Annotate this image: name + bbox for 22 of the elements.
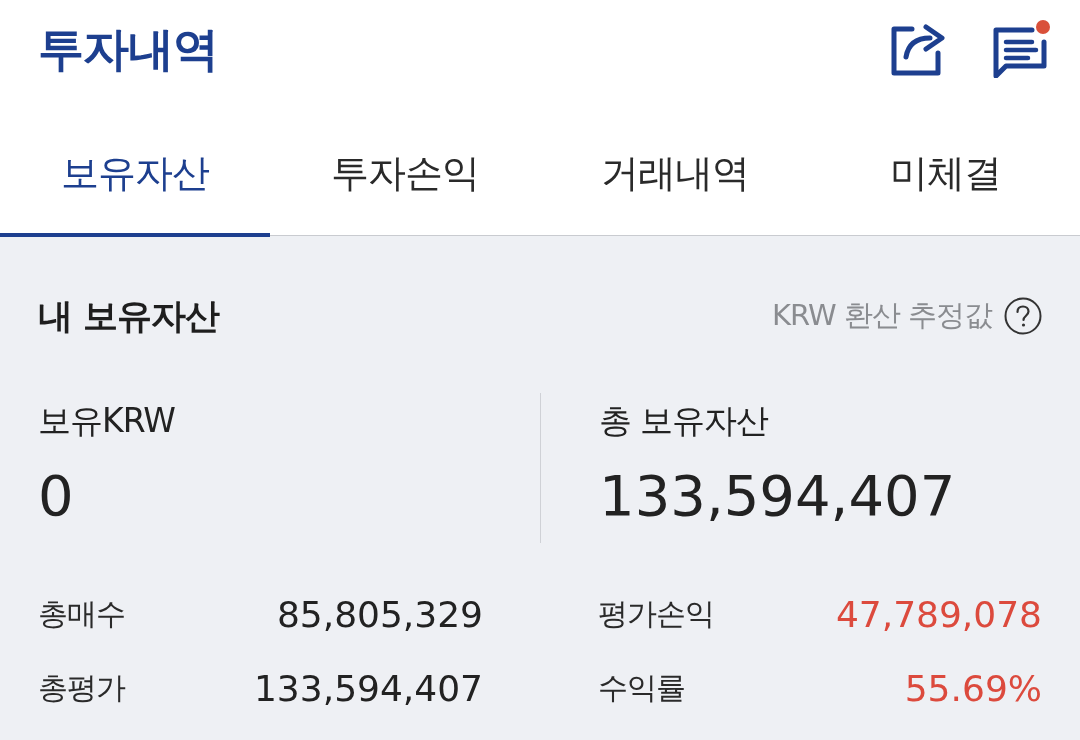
help-button[interactable] — [1004, 297, 1042, 335]
detail-value: 47,789,078 — [835, 593, 1042, 635]
detail-label: 수익률 — [598, 668, 685, 707]
estimate-note: KRW 환산 추정값 — [771, 297, 992, 334]
summary-label: 총 보유자산 — [599, 401, 770, 441]
help-icon — [1004, 297, 1042, 335]
detail-label: 평가손익 — [598, 594, 714, 633]
detail-label: 총매수 — [38, 594, 125, 633]
summary-label: 보유KRW — [38, 401, 176, 441]
detail-value: 55.69% — [904, 667, 1042, 709]
summary-value: 0 — [38, 462, 75, 530]
summary-value: 133,594,407 — [599, 462, 957, 530]
detail-value: 133,594,407 — [253, 667, 483, 709]
tab[interactable]: 보유자산 — [0, 120, 270, 237]
share-icon — [890, 23, 946, 77]
tab[interactable]: 미체결 — [810, 120, 1080, 237]
tab[interactable]: 투자손익 — [270, 120, 540, 237]
detail-label: 총평가 — [38, 668, 125, 707]
section-title: 내 보유자산 — [38, 294, 220, 338]
tab[interactable]: 거래내역 — [540, 120, 810, 237]
detail-value: 85,805,329 — [276, 593, 483, 635]
page-title: 투자내역 — [38, 21, 218, 78]
